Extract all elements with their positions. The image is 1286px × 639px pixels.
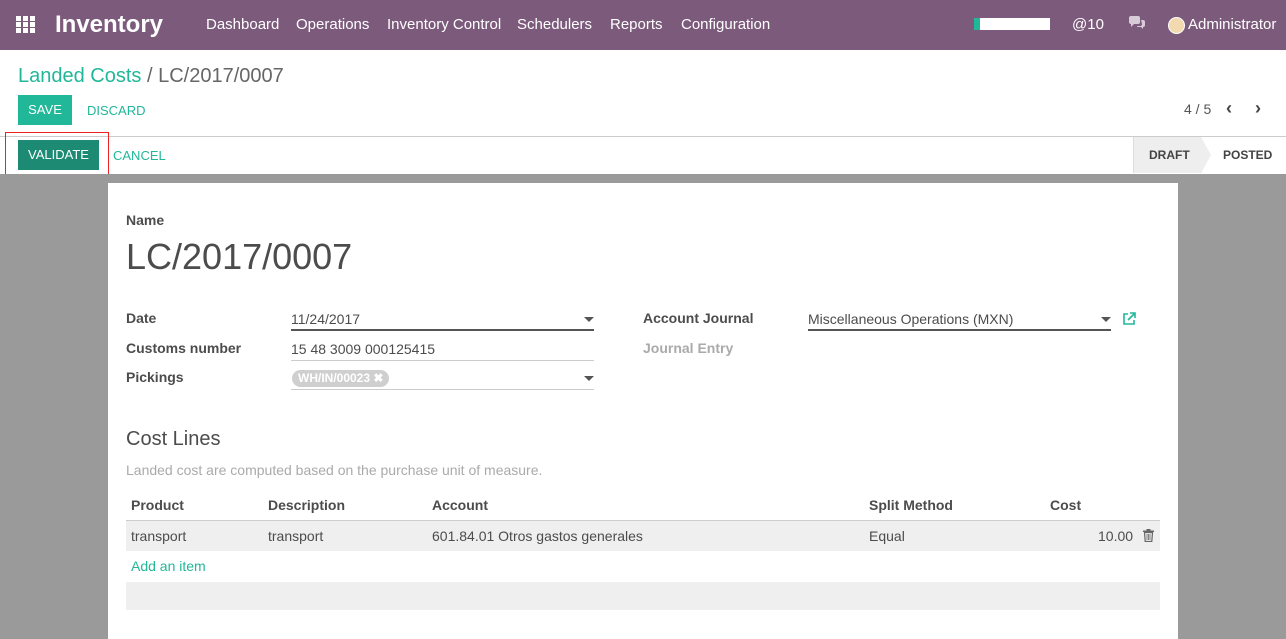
external-link-icon[interactable] [1122, 312, 1136, 326]
menu-schedulers[interactable]: Schedulers [517, 16, 592, 33]
menu-inventory-control[interactable]: Inventory Control [387, 16, 501, 33]
pager-previous-icon[interactable]: ‹ [1226, 98, 1232, 119]
picking-tag-label: WH/IN/00023 [298, 371, 371, 385]
breadcrumb-current: LC/2017/0007 [158, 65, 284, 87]
column-product[interactable]: Product [131, 497, 184, 513]
table-footer [126, 582, 1160, 610]
apps-grid-icon[interactable] [16, 16, 36, 34]
customs-number-field[interactable]: 15 48 3009 000125415 [291, 341, 435, 357]
cost-lines-title: Cost Lines [126, 428, 221, 450]
chat-icon[interactable] [1128, 16, 1146, 34]
customs-label: Customs number [126, 340, 242, 356]
menu-reports[interactable]: Reports [610, 16, 663, 33]
cell-account[interactable]: 601.84.01 Otros gastos generales [432, 528, 643, 544]
top-navbar: Inventory Dashboard Operations Inventory… [0, 0, 1286, 50]
cancel-button[interactable]: CANCEL [113, 148, 166, 163]
pickings-underline [291, 389, 594, 390]
picking-tag[interactable]: WH/IN/00023 ✖ [292, 370, 390, 387]
name-field[interactable]: LC/2017/0007 [126, 236, 352, 278]
avatar[interactable] [1168, 17, 1185, 34]
tag-remove-icon[interactable]: ✖ [373, 371, 383, 385]
column-description[interactable]: Description [268, 497, 345, 513]
cell-split-method[interactable]: Equal [869, 528, 905, 544]
customs-underline [291, 360, 594, 361]
journal-label: Account Journal [643, 310, 754, 326]
cell-description[interactable]: transport [268, 528, 323, 544]
stage-arrow [1201, 137, 1211, 173]
name-label: Name [126, 212, 165, 228]
pager-next-icon[interactable]: › [1255, 98, 1261, 119]
stage-posted[interactable]: POSTED [1223, 148, 1272, 162]
progress-bar[interactable] [974, 18, 1050, 30]
cell-cost[interactable]: 10.00 [1098, 528, 1133, 544]
journal-caret-icon[interactable] [1101, 317, 1111, 322]
cell-product[interactable]: transport [131, 528, 186, 544]
journal-field[interactable]: Miscellaneous Operations (MXN) [808, 311, 1013, 327]
column-account[interactable]: Account [432, 497, 488, 513]
menu-dashboard[interactable]: Dashboard [206, 16, 279, 33]
save-button[interactable]: SAVE [18, 95, 72, 125]
column-cost[interactable]: Cost [1050, 497, 1081, 513]
user-menu[interactable]: Administrator [1188, 16, 1276, 33]
pickings-caret-icon[interactable] [584, 376, 594, 381]
journal-underline [808, 329, 1111, 331]
stage-draft[interactable]: DRAFT [1149, 148, 1190, 162]
date-label: Date [126, 310, 157, 326]
column-split-method[interactable]: Split Method [869, 497, 953, 513]
add-item-link[interactable]: Add an item [131, 558, 206, 574]
status-bar [0, 136, 1286, 175]
pager-value[interactable]: 4 / 5 [1184, 101, 1211, 117]
journal-entry-label: Journal Entry [643, 340, 734, 356]
progress-fill [974, 18, 981, 30]
cost-lines-hint: Landed cost are computed based on the pu… [126, 462, 543, 478]
menu-configuration[interactable]: Configuration [681, 16, 770, 33]
trash-icon[interactable] [1143, 529, 1154, 543]
date-caret-icon[interactable] [584, 317, 594, 322]
menu-operations[interactable]: Operations [296, 16, 369, 33]
date-underline [291, 329, 594, 331]
mentions-counter[interactable]: @10 [1072, 16, 1104, 33]
breadcrumb: Landed Costs / LC/2017/0007 [18, 65, 284, 88]
date-field[interactable]: 11/24/2017 [291, 311, 360, 327]
breadcrumb-parent[interactable]: Landed Costs [18, 65, 141, 87]
discard-button[interactable]: DISCARD [87, 103, 146, 118]
breadcrumb-separator: / [146, 65, 153, 87]
pickings-label: Pickings [126, 369, 184, 385]
app-title: Inventory [55, 11, 164, 38]
